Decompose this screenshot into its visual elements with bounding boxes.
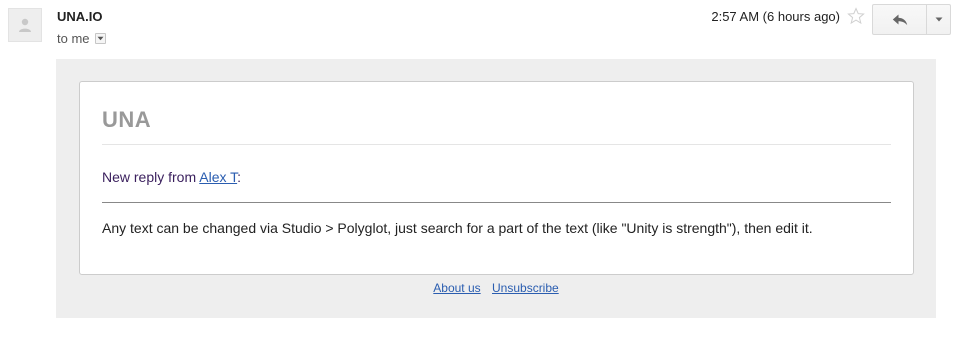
- reply-suffix: :: [237, 169, 242, 185]
- email-card: UNA New reply from Alex T: Any text can …: [79, 81, 914, 275]
- divider: [102, 144, 891, 145]
- sender-name[interactable]: UNA.IO: [57, 9, 103, 24]
- reply-notice: New reply from Alex T:: [102, 169, 241, 185]
- recipient-row: to me: [57, 31, 106, 46]
- reply-prefix: New reply from: [102, 169, 200, 185]
- star-button[interactable]: [846, 6, 866, 26]
- recipient-label: to me: [57, 31, 90, 46]
- reply-arrow-icon: [892, 14, 907, 25]
- reply-author-link[interactable]: Alex T: [199, 169, 237, 185]
- about-us-link[interactable]: About us: [433, 281, 480, 295]
- reply-button-group: [872, 4, 951, 35]
- sender-avatar[interactable]: [8, 8, 42, 42]
- person-icon: [19, 18, 31, 32]
- caret-down-icon: [935, 17, 942, 22]
- caret-down-icon: [97, 36, 104, 41]
- footer-links: About us Unsubscribe: [56, 281, 936, 295]
- star-outline-icon: [847, 7, 865, 25]
- email-body-background: UNA New reply from Alex T: Any text can …: [56, 59, 936, 318]
- more-options-button[interactable]: [927, 4, 951, 35]
- message-text: Any text can be changed via Studio > Pol…: [102, 220, 813, 236]
- reply-button[interactable]: [872, 4, 927, 35]
- unsubscribe-link[interactable]: Unsubscribe: [492, 281, 559, 295]
- recipient-details-button[interactable]: [94, 33, 106, 44]
- timestamp: 2:57 AM (6 hours ago): [711, 9, 840, 24]
- email-view: UNA.IO to me 2:57 AM (6 hours ago) UNA N…: [0, 0, 960, 339]
- brand-title: UNA: [102, 107, 152, 132]
- divider: [102, 202, 891, 203]
